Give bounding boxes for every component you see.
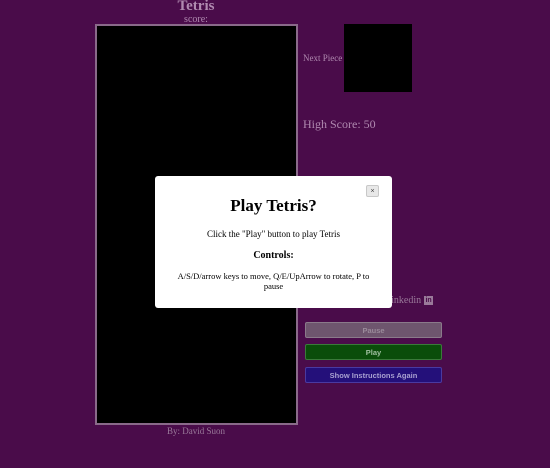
author-credit: By: David Suon — [166, 426, 225, 436]
linkedin-icon: in — [424, 296, 434, 305]
controls-description: A/S/D/arrow keys to move, Q/E/UpArrow to… — [177, 271, 370, 291]
next-piece-preview — [344, 24, 412, 92]
play-button[interactable]: Play — [305, 344, 442, 360]
high-score: High Score: 50 — [303, 117, 376, 131]
next-piece-label: Next Piece — [303, 53, 343, 63]
controls-heading: Controls: — [253, 250, 294, 261]
pause-button[interactable]: Pause — [305, 322, 442, 338]
dialog-title: Play Tetris? — [230, 196, 317, 215]
game-title: Tetris — [177, 0, 215, 14]
play-dialog: × Play Tetris? Click the "Play" button t… — [155, 176, 392, 308]
dialog-text: Click the "Play" button to play Tetris — [206, 229, 341, 239]
linkedin-link[interactable]: Linkedin in — [385, 295, 434, 306]
show-instructions-button[interactable]: Show Instructions Again — [305, 367, 442, 383]
